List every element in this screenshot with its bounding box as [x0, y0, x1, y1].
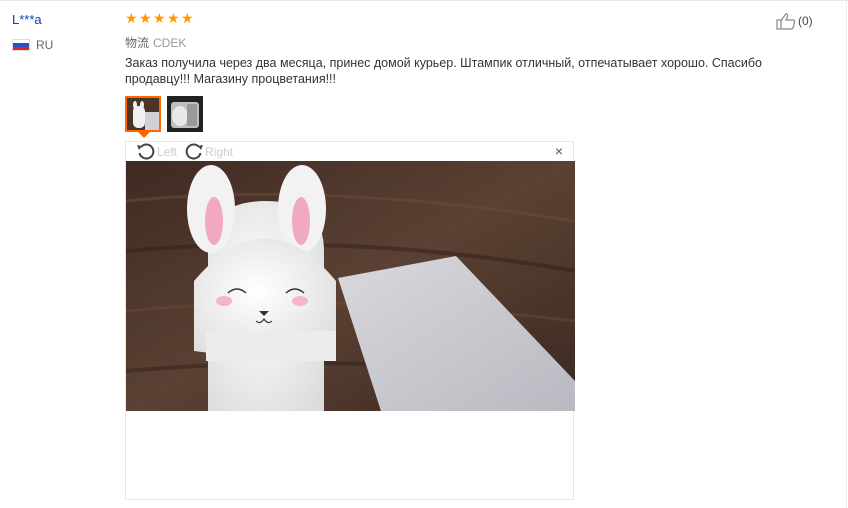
close-icon[interactable]: ×	[555, 143, 563, 159]
rotate-right-button[interactable]: Right	[184, 143, 233, 160]
thumbs-up-icon	[776, 13, 796, 30]
star-icon: ★	[139, 10, 152, 26]
rotate-right-icon	[185, 143, 203, 160]
star-icon: ★	[167, 10, 180, 26]
review-text: Заказ получила через два месяца, принес …	[125, 56, 762, 86]
review-thumbnails	[125, 96, 209, 132]
review-thumbnail-1[interactable]	[125, 96, 161, 132]
reviewer-country: RU	[12, 38, 53, 52]
review-thumbnail-2[interactable]	[167, 96, 203, 132]
star-icon: ★	[125, 10, 138, 26]
reviewer-name[interactable]: L***a	[12, 12, 42, 27]
review-photo[interactable]	[126, 161, 575, 411]
country-code: RU	[36, 38, 54, 52]
rotate-left-icon	[137, 143, 155, 160]
russia-flag-icon	[12, 39, 30, 51]
viewer-toolbar: Left Right ×	[126, 142, 573, 161]
like-count: (0)	[798, 14, 813, 28]
rotate-left-button[interactable]: Left	[136, 143, 177, 160]
star-icon: ★	[181, 10, 194, 26]
rotate-right-label: Right	[205, 144, 234, 159]
image-viewer: Left Right ×	[125, 141, 575, 500]
logistics-info: 物流 CDEK	[125, 34, 186, 51]
logistics-label: 物流	[125, 36, 150, 50]
logistics-value: CDEK	[153, 36, 187, 50]
star-rating: ★ ★ ★ ★ ★	[125, 10, 195, 28]
rotate-left-label: Left	[157, 144, 178, 159]
right-divider	[846, 0, 847, 508]
top-divider	[0, 0, 848, 1]
like-button[interactable]: (0)	[776, 12, 813, 30]
star-icon: ★	[153, 10, 166, 26]
active-thumbnail-indicator	[138, 132, 150, 138]
